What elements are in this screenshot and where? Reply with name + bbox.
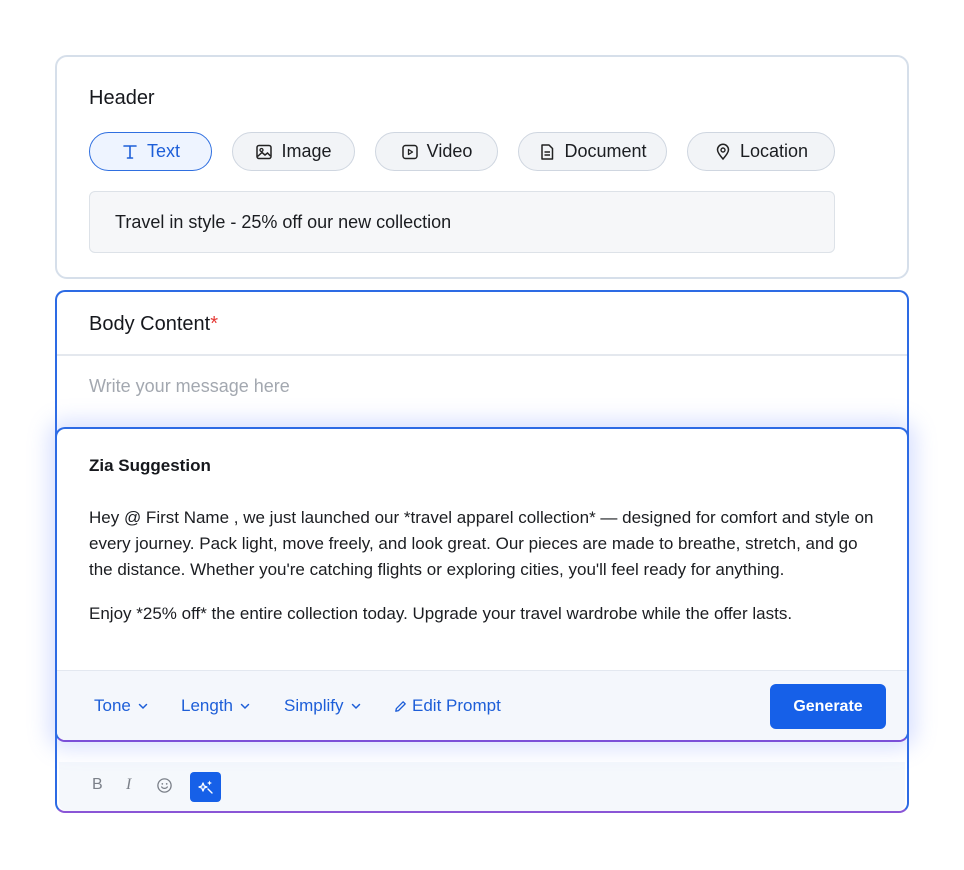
- message-input[interactable]: Write your message here: [89, 376, 290, 397]
- tab-document-label: Document: [564, 141, 647, 161]
- zia-toolbar: Tone Length Simplify Edit Prompt Generat…: [57, 670, 907, 740]
- length-dropdown[interactable]: Length: [181, 696, 251, 716]
- emoji-icon: [157, 778, 172, 793]
- zia-suggestion-panel: Zia Suggestion Hey @ First Name , we jus…: [55, 427, 909, 742]
- header-card: Header Text Image Video Document Locatio…: [55, 55, 909, 279]
- text-icon: [123, 144, 137, 159]
- header-text-input[interactable]: Travel in style - 25% off our new collec…: [89, 191, 835, 253]
- tab-image[interactable]: Image: [232, 132, 355, 171]
- suggestion-paragraph-1: Hey @ First Name , we just launched our …: [89, 508, 874, 579]
- body-divider: [57, 354, 907, 356]
- image-icon: [256, 144, 273, 159]
- format-toolbar: B I: [59, 762, 905, 811]
- length-label: Length: [181, 696, 233, 715]
- simplify-label: Simplify: [284, 696, 344, 715]
- header-title: Header: [89, 87, 155, 109]
- body-content-label: Body Content: [89, 313, 211, 335]
- video-icon: [401, 144, 418, 159]
- simplify-dropdown[interactable]: Simplify: [284, 696, 362, 716]
- edit-prompt-label: Edit Prompt: [412, 696, 501, 715]
- bold-button[interactable]: B: [92, 776, 103, 794]
- generate-button[interactable]: Generate: [770, 684, 886, 729]
- zia-ai-button[interactable]: [190, 772, 221, 802]
- tone-dropdown[interactable]: Tone: [94, 696, 149, 716]
- chevron-down-icon: [240, 703, 250, 710]
- sparkle-icon: [197, 780, 213, 794]
- tab-text[interactable]: Text: [89, 132, 212, 171]
- document-icon: [541, 143, 554, 160]
- edit-prompt-button[interactable]: Edit Prompt: [393, 696, 501, 716]
- location-icon: [716, 143, 730, 160]
- tab-location[interactable]: Location: [687, 132, 835, 171]
- tab-document[interactable]: Document: [518, 132, 667, 171]
- pencil-icon: [395, 700, 406, 712]
- tone-label: Tone: [94, 696, 131, 715]
- emoji-button[interactable]: [156, 777, 173, 799]
- body-content-title: Body Content*: [89, 313, 218, 336]
- required-marker: *: [210, 313, 218, 335]
- tab-text-label: Text: [146, 141, 180, 161]
- tab-image-label: Image: [281, 141, 332, 161]
- zia-suggestion-title: Zia Suggestion: [89, 456, 211, 475]
- tab-location-label: Location: [739, 141, 809, 161]
- header-text-value: Travel in style - 25% off our new collec…: [115, 211, 452, 232]
- italic-button[interactable]: I: [126, 776, 131, 794]
- suggestion-paragraph-2: Enjoy *25% off* the entire collection to…: [89, 604, 793, 623]
- chevron-down-icon: [351, 703, 360, 710]
- chevron-down-icon: [138, 703, 148, 710]
- tab-video-label: Video: [426, 141, 473, 161]
- tab-video[interactable]: Video: [375, 132, 498, 171]
